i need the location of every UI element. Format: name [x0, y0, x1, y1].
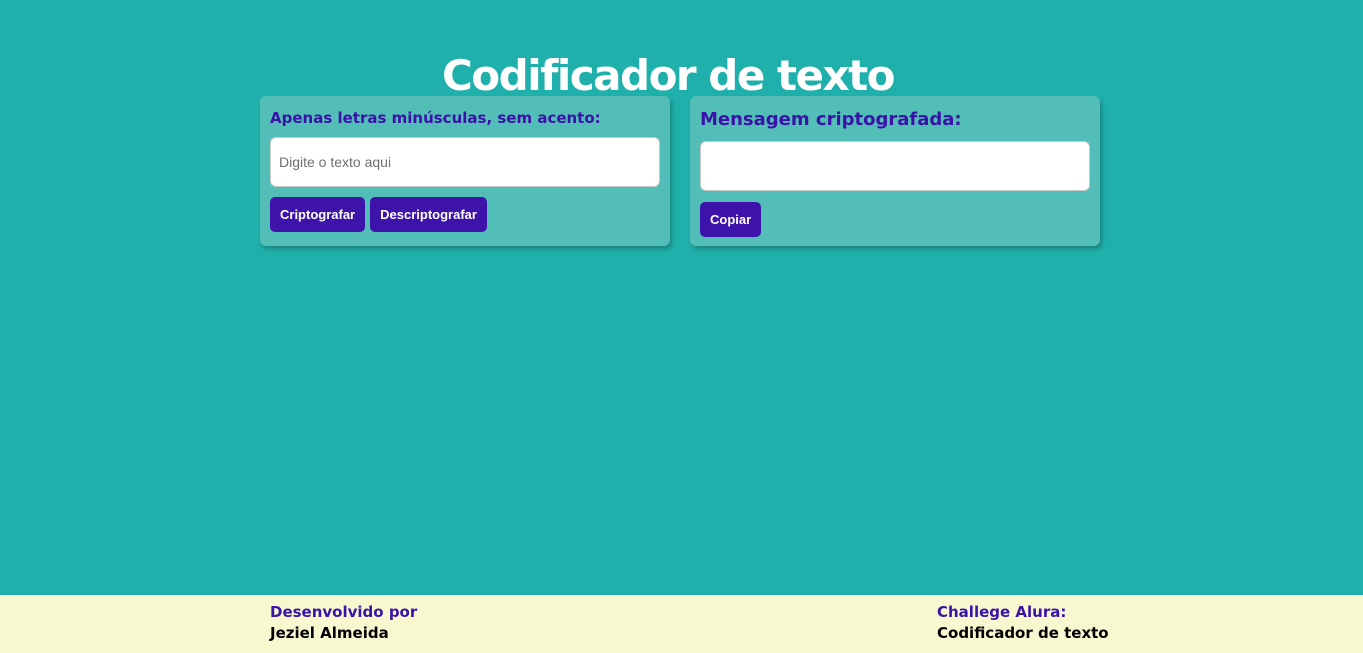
copy-button[interactable]: Copiar: [700, 202, 762, 237]
output-field[interactable]: [700, 141, 1090, 191]
footer-challenge: Challege Alura: Codificador de texto: [937, 602, 1109, 644]
footer-challenge-heading: Challege Alura:: [937, 603, 1067, 621]
copy-button-row: Copiar: [700, 202, 1090, 237]
footer-developer-heading: Desenvolvido por: [270, 603, 418, 621]
encrypt-button[interactable]: Criptografar: [270, 197, 366, 232]
footer: Desenvolvido por Jeziel Almeida Challege…: [0, 595, 1363, 653]
action-buttons: Criptografar Descriptografar: [270, 197, 660, 232]
input-label: Apenas letras minúsculas, sem acento:: [270, 109, 601, 127]
decrypt-button[interactable]: Descriptografar: [370, 197, 487, 232]
footer-developer-name: Jeziel Almeida: [270, 624, 389, 642]
input-card: Apenas letras minúsculas, sem acento: Cr…: [260, 96, 670, 246]
output-label: Mensagem criptografada:: [700, 109, 962, 130]
output-card: Mensagem criptografada: Copiar: [690, 96, 1100, 246]
footer-challenge-name: Codificador de texto: [937, 624, 1109, 642]
footer-credits: Desenvolvido por Jeziel Almeida: [270, 602, 417, 644]
text-input[interactable]: [270, 137, 660, 187]
